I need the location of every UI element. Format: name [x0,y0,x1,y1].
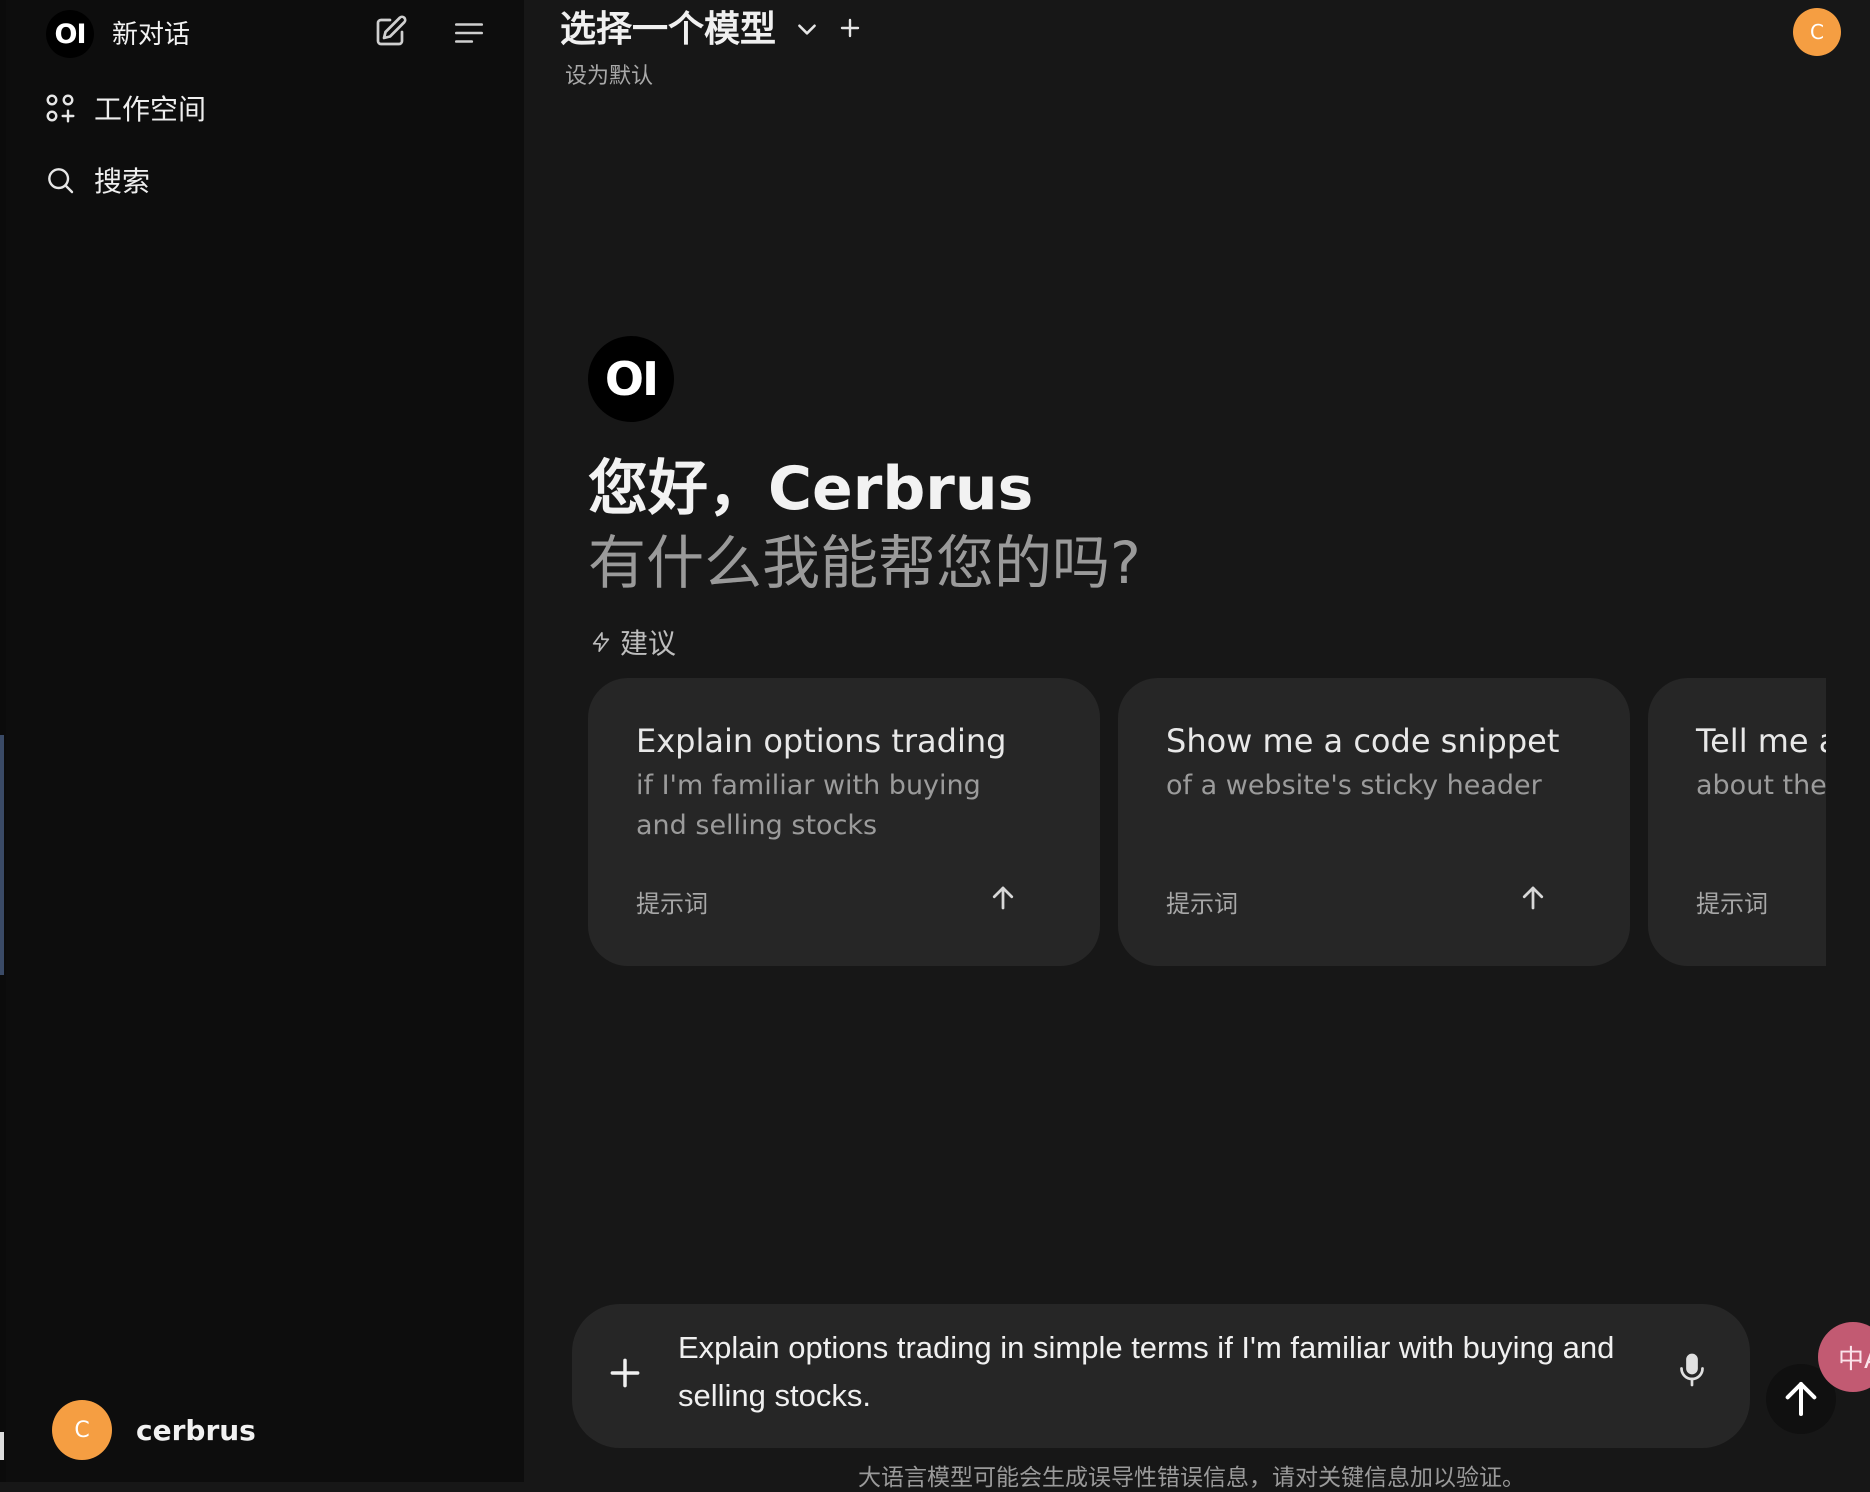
arrow-up-icon [1522,886,1544,910]
app-logo[interactable]: OI [46,10,94,58]
sidebar-item-label: 搜索 [94,165,151,198]
message-composer: Explain options trading in simple terms … [572,1304,1750,1448]
arrow-up-icon [1785,1382,1817,1416]
disclaimer-text: 大语言模型可能会生成误导性错误信息，请对关键信息加以验证。 [858,1465,1525,1491]
suggestion-card[interactable]: Show me a code snippet of a website's st… [1118,678,1630,966]
hero-logo: OI [588,336,674,422]
voice-input-button[interactable] [1674,1350,1710,1394]
toggle-sidebar-button[interactable] [452,16,486,54]
sidebar-item-search[interactable]: 搜索 [44,160,150,200]
suggestions-header: 建议 [590,622,676,662]
arrow-up-icon [992,886,1014,910]
suggestion-title: Tell me a [1696,722,1826,760]
hero-logo-text: OI [604,352,659,406]
model-selector-label: 选择一个模型 [560,9,777,50]
suggestion-title: Explain options trading [636,722,1007,760]
new-chat-label[interactable]: 新对话 [112,14,190,51]
chevron-down-icon [798,24,816,35]
attach-button[interactable] [606,1354,644,1396]
suggestion-card[interactable]: Tell me a about the I 提示词 [1648,678,1826,966]
user-name: cerbrus [136,1413,256,1447]
greeting-subtitle: 有什么我能帮您的吗? [588,529,1141,597]
workspace-grid-icon [46,94,75,123]
suggestion-tag: 提示词 [1696,890,1768,918]
suggestion-subtitle: of a website's sticky header [1166,770,1542,801]
app-logo-text: OI [54,18,87,50]
user-menu[interactable]: C cerbrus [52,1400,256,1460]
message-input[interactable]: Explain options trading in simple terms … [678,1324,1678,1420]
plus-icon [610,1358,640,1388]
edit-icon [376,15,407,46]
suggestion-title: Show me a code snippet [1166,722,1560,760]
suggestion-tag: 提示词 [636,890,708,918]
microphone-icon [1680,1353,1704,1387]
greeting-title: 您好，Cerbrus [588,454,1034,524]
header-avatar[interactable]: C [1793,8,1841,56]
suggestion-cards: Explain options trading if I'm familiar … [588,678,1826,968]
menu-lines-icon [454,23,484,43]
avatar: C [52,1400,112,1460]
search-icon [48,168,74,194]
suggestion-subtitle: about the I [1696,770,1826,801]
suggestions-label: 建议 [620,627,677,660]
sidebar-item-workspace[interactable]: 工作空间 [44,88,206,128]
add-model-icon[interactable] [838,16,862,40]
new-chat-button[interactable] [372,14,408,54]
sidebar: OI 新对话 工作空间 搜索 C cerbrus [6,0,524,1482]
suggestion-subtitle: if I'm familiar with buying and selling … [636,770,981,841]
bolt-icon [592,632,610,652]
suggestion-tag: 提示词 [1166,890,1238,918]
suggestion-card[interactable]: Explain options trading if I'm familiar … [588,678,1100,966]
model-selector[interactable]: 选择一个模型 [560,0,862,52]
sidebar-item-label: 工作空间 [94,93,207,126]
set-default-link[interactable]: 设为默认 [565,58,653,90]
